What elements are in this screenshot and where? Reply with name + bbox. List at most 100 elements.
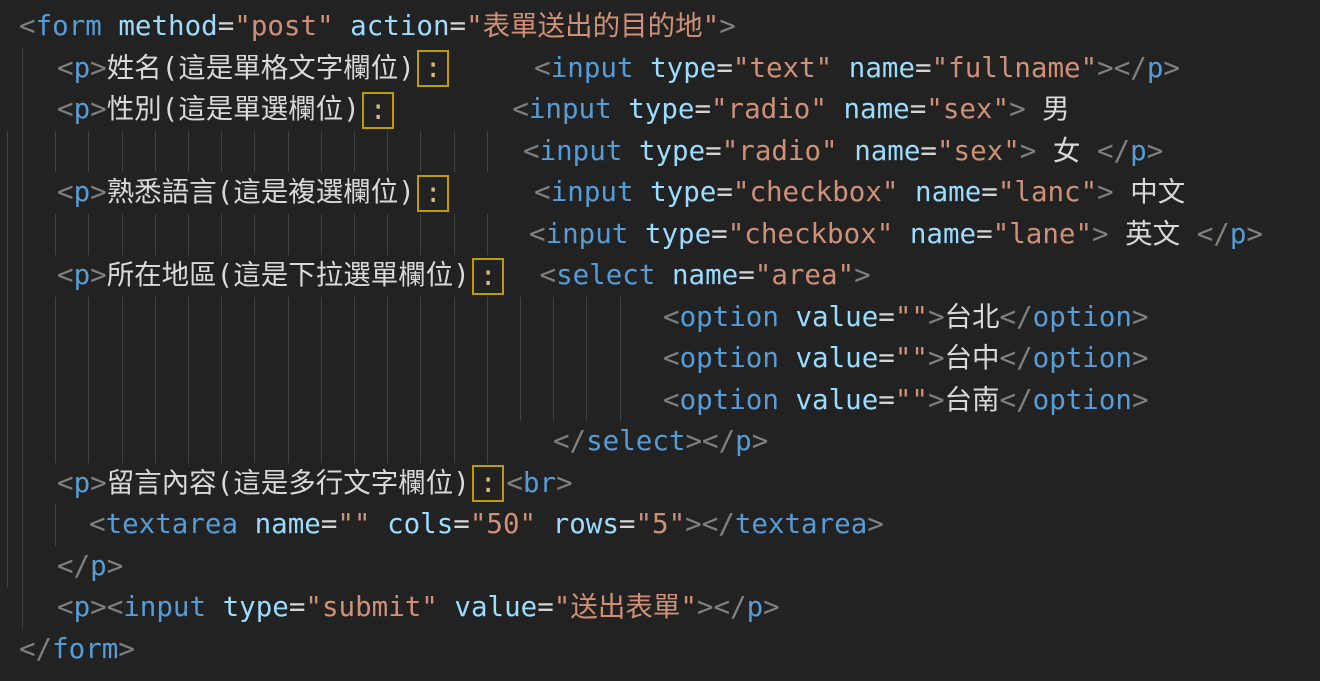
token-attribute-name: name xyxy=(843,93,909,125)
indent-guide xyxy=(221,380,222,422)
indent-guide xyxy=(454,421,455,463)
token-attribute-name: method xyxy=(118,10,217,42)
indent-guide xyxy=(288,131,289,173)
token-string-value: "sex" xyxy=(926,93,1009,125)
ambiguous-char-highlight: : xyxy=(472,465,505,502)
code-line-8[interactable]: <option value="">台北</option> xyxy=(0,297,1320,339)
indent-guide xyxy=(553,297,554,339)
token-punctuation: < xyxy=(534,176,551,208)
token-tag-name: option xyxy=(1033,384,1132,416)
token-punctuation: > xyxy=(685,508,702,540)
indent-guide xyxy=(22,463,23,505)
token-attribute-name: type xyxy=(639,135,705,167)
token-tag-name: p xyxy=(74,259,91,291)
token-punctuation: </ xyxy=(1097,135,1130,167)
token-punctuation: > xyxy=(763,591,780,623)
indent-guide xyxy=(122,297,123,339)
code-line-5[interactable]: <p>熟悉語言(這是複選欄位): <input type="checkbox" … xyxy=(0,172,1320,214)
indent-guide xyxy=(387,380,388,422)
token-text-content xyxy=(206,591,223,623)
indent-guide xyxy=(22,131,23,173)
code-line-10[interactable]: <option value="">台南</option> xyxy=(0,380,1320,422)
indent-guide xyxy=(55,297,56,339)
code-text: <form method="post" action="表單送出的目的地"> xyxy=(19,6,736,48)
token-tag-name: input xyxy=(123,591,206,623)
ambiguous-char-highlight: : xyxy=(417,50,450,87)
code-line-14[interactable]: </p> xyxy=(0,546,1320,588)
token-tag-name: p xyxy=(1147,52,1164,84)
token-punctuation: < xyxy=(663,301,680,333)
code-line-1[interactable]: <form method="post" action="表單送出的目的地"> xyxy=(0,6,1320,48)
indent-guide xyxy=(288,380,289,422)
code-line-15[interactable]: <p><input type="submit" value="送出表單"></p… xyxy=(0,587,1320,629)
indent-guide xyxy=(321,297,322,339)
token-punctuation: > xyxy=(1020,135,1037,167)
code-line-11[interactable]: </select></p> xyxy=(0,421,1320,463)
token-punctuation: > xyxy=(928,301,945,333)
code-line-6[interactable]: <input type="checkbox" name="lane"> 英文 <… xyxy=(0,214,1320,256)
token-equals: = xyxy=(694,93,711,125)
token-string-value: "checkbox" xyxy=(728,218,894,250)
token-punctuation: > xyxy=(90,467,107,499)
indent-guide xyxy=(420,421,421,463)
code-line-7[interactable]: <p>所在地區(這是下拉選單欄位): <select name="area"> xyxy=(0,255,1320,297)
indent-guide xyxy=(55,380,56,422)
token-punctuation: < xyxy=(57,52,74,84)
token-punctuation: > xyxy=(1097,52,1114,84)
token-punctuation: </ xyxy=(702,425,735,457)
token-punctuation: < xyxy=(506,467,523,499)
indent-guide xyxy=(22,421,23,463)
indent-guide xyxy=(7,172,8,214)
token-punctuation: </ xyxy=(1114,52,1147,84)
code-editor[interactable]: <form method="post" action="表單送出的目的地"><p… xyxy=(0,0,1320,681)
token-tag-name: p xyxy=(735,425,752,457)
token-text-content xyxy=(506,259,539,291)
token-punctuation: </ xyxy=(702,508,735,540)
token-attribute-name: name xyxy=(849,52,915,84)
indent-guide xyxy=(321,380,322,422)
token-string-value: "fullname" xyxy=(932,52,1098,84)
token-tag-name: form xyxy=(52,633,118,665)
indent-guide xyxy=(22,587,23,629)
token-equals: = xyxy=(537,591,554,623)
indent-guide xyxy=(22,546,23,588)
token-tag-name: br xyxy=(523,467,556,499)
token-equals: = xyxy=(738,259,755,291)
token-punctuation: > xyxy=(1246,218,1263,250)
token-text-content: 性別(這是單選欄位) xyxy=(107,93,360,125)
code-line-2[interactable]: <p>姓名(這是單格文字欄位): <input type="text" name… xyxy=(0,48,1320,90)
indent-guide xyxy=(22,380,23,422)
indent-guide xyxy=(454,131,455,173)
token-text-content: 英文 xyxy=(1109,218,1197,250)
token-tag-name: p xyxy=(74,176,91,208)
code-text: <textarea name="" cols="50" rows="5"></t… xyxy=(89,504,884,546)
token-punctuation: > xyxy=(928,384,945,416)
token-equals: = xyxy=(705,135,722,167)
indent-guide xyxy=(288,338,289,380)
token-punctuation: > xyxy=(719,10,736,42)
token-equals: = xyxy=(321,508,338,540)
code-text: </p> xyxy=(57,546,123,588)
indent-guide xyxy=(7,297,8,339)
token-equals: = xyxy=(450,10,467,42)
code-line-4[interactable]: <input type="radio" name="sex"> 女 </p> xyxy=(0,131,1320,173)
token-attribute-name: name xyxy=(910,218,976,250)
indent-guide xyxy=(88,421,89,463)
code-line-13[interactable]: <textarea name="" cols="50" rows="5"></t… xyxy=(0,504,1320,546)
code-line-12[interactable]: <p>留言內容(這是多行文字欄位):<br> xyxy=(0,463,1320,505)
indent-guide xyxy=(354,214,355,256)
code-line-16[interactable]: </form> xyxy=(0,629,1320,671)
indent-guide xyxy=(88,380,89,422)
token-punctuation: </ xyxy=(1000,384,1033,416)
indent-guide xyxy=(22,338,23,380)
token-tag-name: option xyxy=(680,342,779,374)
indent-guide xyxy=(188,338,189,380)
token-punctuation: < xyxy=(57,176,74,208)
code-line-3[interactable]: <p>性別(這是單選欄位): <input type="radio" name=… xyxy=(0,89,1320,131)
token-text-content: 台中 xyxy=(945,342,1000,374)
code-line-9[interactable]: <option value="">台中</option> xyxy=(0,338,1320,380)
token-attribute-name: rows xyxy=(553,508,619,540)
token-text-content xyxy=(622,135,639,167)
token-text-content: 熟悉語言(這是複選欄位) xyxy=(107,176,415,208)
indent-guide xyxy=(487,131,488,173)
